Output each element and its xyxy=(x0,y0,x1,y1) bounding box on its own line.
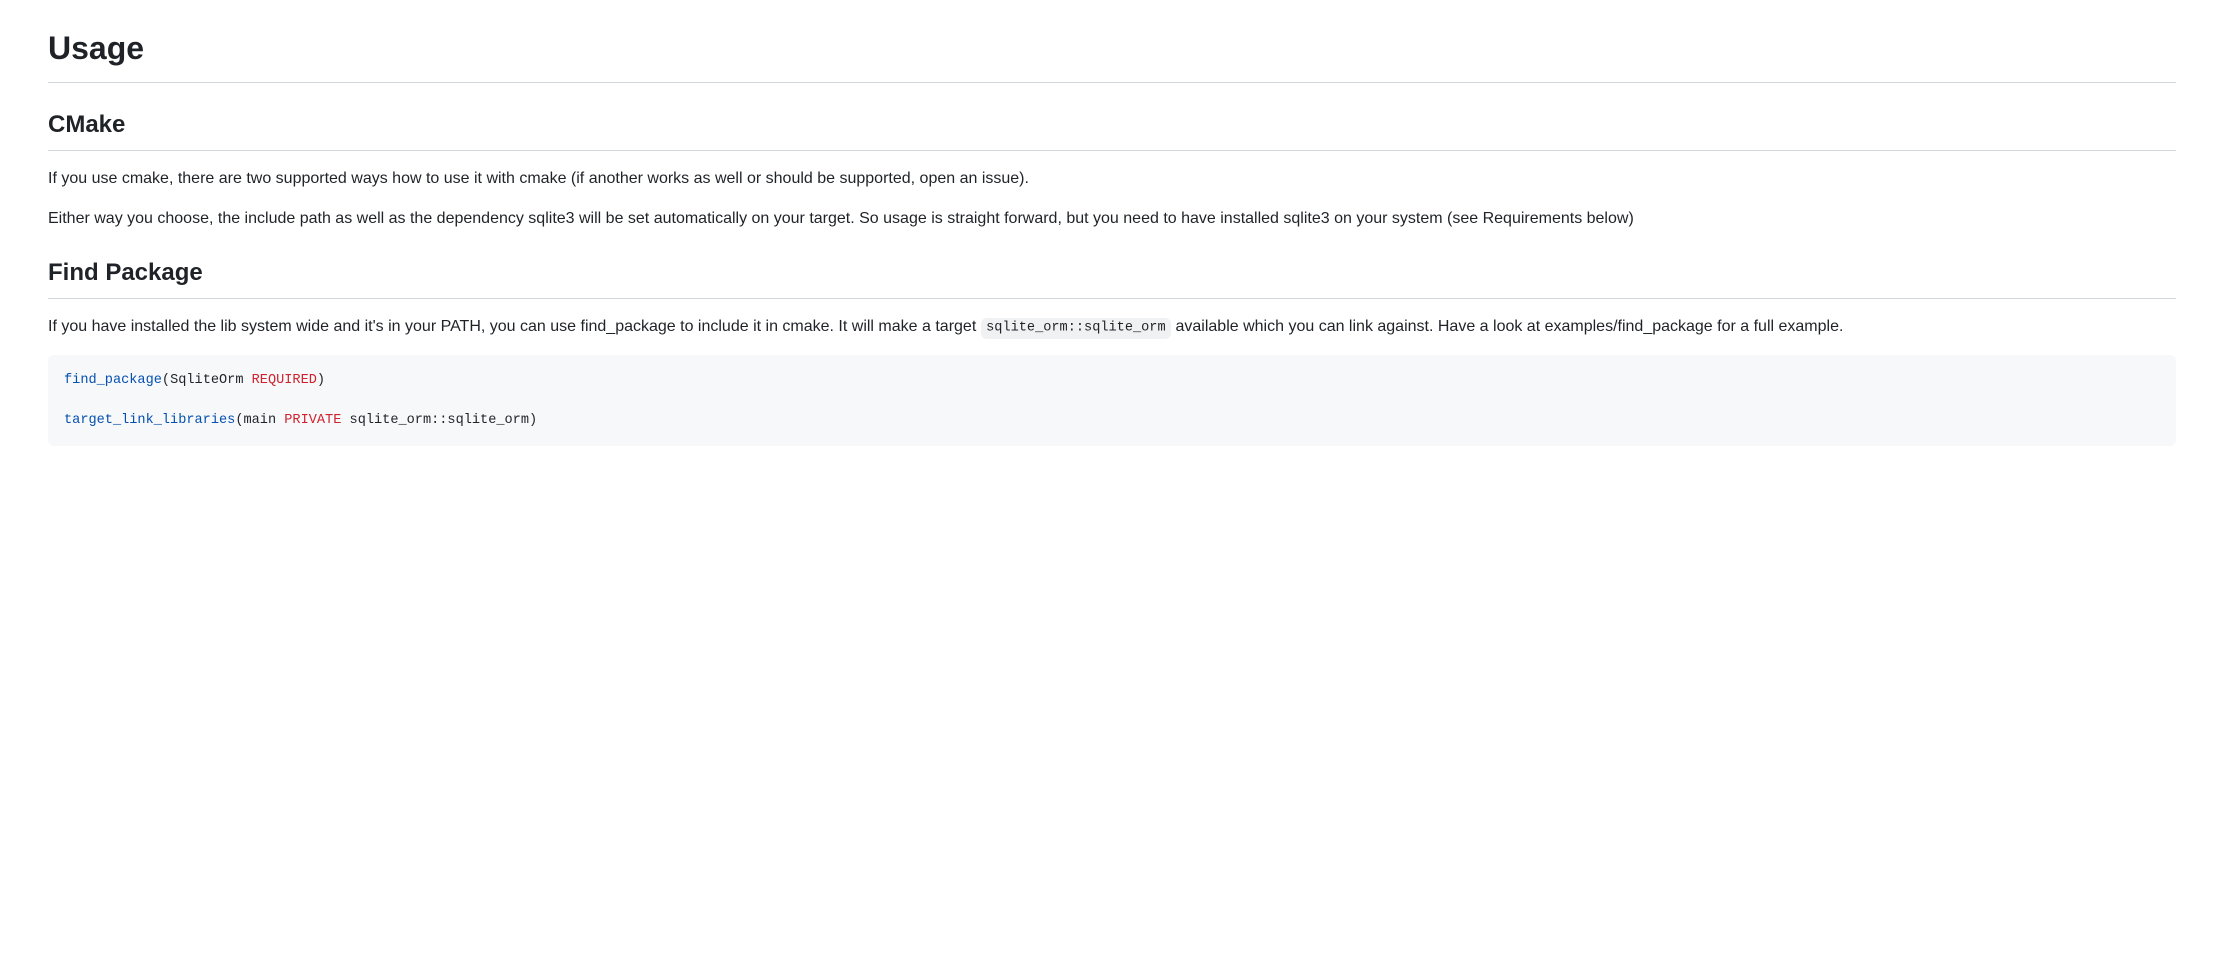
cmake-paragraph-2: Either way you choose, the include path … xyxy=(48,207,2176,231)
code-keyword-required: REQUIRED xyxy=(252,373,317,388)
code-text: sqlite_orm::sqlite_orm) xyxy=(341,413,537,428)
inline-code-target: sqlite_orm::sqlite_orm xyxy=(981,318,1171,338)
cmake-heading: CMake xyxy=(48,107,2176,151)
cmake-code-block: find_package(SqliteOrm REQUIRED) target_… xyxy=(48,355,2176,446)
find-package-text-post: available which you can link against. Ha… xyxy=(1171,318,1843,335)
find-package-heading: Find Package xyxy=(48,255,2176,299)
find-package-paragraph: If you have installed the lib system wid… xyxy=(48,315,2176,339)
code-text: ) xyxy=(317,373,325,388)
cmake-paragraph-1: If you use cmake, there are two supporte… xyxy=(48,167,2176,191)
code-text: (SqliteOrm xyxy=(162,373,252,388)
code-fn-target-link-libraries: target_link_libraries xyxy=(64,413,235,428)
usage-heading: Usage xyxy=(48,24,2176,83)
code-fn-find-package: find_package xyxy=(64,373,162,388)
code-keyword-private: PRIVATE xyxy=(284,413,341,428)
code-text: (main xyxy=(235,413,284,428)
find-package-text-pre: If you have installed the lib system wid… xyxy=(48,318,981,335)
